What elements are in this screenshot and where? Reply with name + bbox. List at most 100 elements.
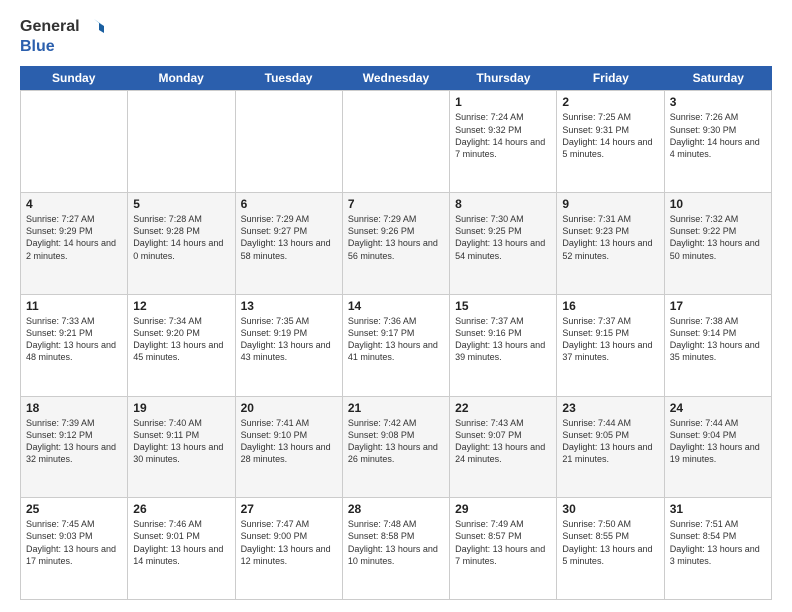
cell-text-24: Sunrise: 7:44 AM Sunset: 9:04 PM Dayligh…: [670, 417, 766, 466]
day-number-13: 13: [241, 299, 337, 313]
cal-cell-21: 21 Sunrise: 7:42 AM Sunset: 9:08 PM Dayli…: [343, 397, 450, 498]
header-monday: Monday: [127, 66, 234, 90]
cal-row-1: 4Sunrise: 7:27 AM Sunset: 9:29 PM Daylig…: [20, 193, 772, 295]
cal-cell-20: 20Sunrise: 7:41 AM Sunset: 9:10 PM Dayli…: [236, 397, 343, 498]
cal-cell-16: 16 Sunrise: 7:37 AM Sunset: 9:15 PM Dayli…: [557, 295, 664, 396]
cell-text-14: Sunrise: 7:36 AM Sunset: 9:17 PM Dayligh…: [348, 315, 444, 364]
cell-text-6: Sunrise: 7:29 AM Sunset: 9:27 PM Dayligh…: [241, 213, 337, 262]
cell-text-28: Sunrise: 7:48 AM Sunset: 8:58 PM Dayligh…: [348, 518, 444, 567]
cell-text-15: Sunrise: 7:37 AM Sunset: 9:16 PM Dayligh…: [455, 315, 551, 364]
header-sunday: Sunday: [20, 66, 127, 90]
day-number-31: 31: [670, 502, 766, 516]
cell-text-7: Sunrise: 7:29 AM Sunset: 9:26 PM Dayligh…: [348, 213, 444, 262]
day-number-1: 1: [455, 95, 551, 109]
cell-text-21: Sunrise: 7:42 AM Sunset: 9:08 PM Dayligh…: [348, 417, 444, 466]
cell-text-1: Sunrise: 7:24 AM Sunset: 9:32 PM Dayligh…: [455, 111, 551, 160]
day-number-15: 15: [455, 299, 551, 313]
cal-cell-6: 6 Sunrise: 7:29 AM Sunset: 9:27 PM Daylig…: [236, 193, 343, 294]
cell-text-30: Sunrise: 7:50 AM Sunset: 8:55 PM Dayligh…: [562, 518, 658, 567]
day-number-18: 18: [26, 401, 122, 415]
day-number-14: 14: [348, 299, 444, 313]
cell-text-8: Sunrise: 7:30 AM Sunset: 9:25 PM Dayligh…: [455, 213, 551, 262]
cell-text-2: Sunrise: 7:25 AM Sunset: 9:31 PM Dayligh…: [562, 111, 658, 160]
cal-row-3: 18 Sunrise: 7:39 AM Sunset: 9:12 PM Dayli…: [20, 397, 772, 499]
day-number-25: 25: [26, 502, 122, 516]
cal-cell-29: 29 Sunrise: 7:49 AM Sunset: 8:57 PM Dayli…: [450, 498, 557, 599]
cell-text-29: Sunrise: 7:49 AM Sunset: 8:57 PM Dayligh…: [455, 518, 551, 567]
day-number-2: 2: [562, 95, 658, 109]
cell-text-19: Sunrise: 7:40 AM Sunset: 9:11 PM Dayligh…: [133, 417, 229, 466]
cell-text-17: Sunrise: 7:38 AM Sunset: 9:14 PM Dayligh…: [670, 315, 766, 364]
cell-text-5: Sunrise: 7:28 AM Sunset: 9:28 PM Dayligh…: [133, 213, 229, 262]
cal-cell-31: 31Sunrise: 7:51 AM Sunset: 8:54 PM Dayli…: [665, 498, 772, 599]
day-number-3: 3: [670, 95, 766, 109]
cal-cell-19: 19 Sunrise: 7:40 AM Sunset: 9:11 PM Dayli…: [128, 397, 235, 498]
calendar-header: SundayMondayTuesdayWednesdayThursdayFrid…: [20, 66, 772, 90]
cal-cell-10: 10 Sunrise: 7:32 AM Sunset: 9:22 PM Dayli…: [665, 193, 772, 294]
day-number-22: 22: [455, 401, 551, 415]
cell-text-3: Sunrise: 7:26 AM Sunset: 9:30 PM Dayligh…: [670, 111, 766, 160]
calendar: SundayMondayTuesdayWednesdayThursdayFrid…: [20, 66, 772, 600]
day-number-12: 12: [133, 299, 229, 313]
cal-cell-empty-0-0: [21, 91, 128, 192]
header-saturday: Saturday: [665, 66, 772, 90]
day-number-11: 11: [26, 299, 122, 313]
day-number-21: 21: [348, 401, 444, 415]
cal-row-0: 1 Sunrise: 7:24 AM Sunset: 9:32 PM Daylig…: [20, 90, 772, 193]
cal-cell-25: 25 Sunrise: 7:45 AM Sunset: 9:03 PM Dayli…: [21, 498, 128, 599]
cal-cell-4: 4Sunrise: 7:27 AM Sunset: 9:29 PM Daylig…: [21, 193, 128, 294]
cal-cell-27: 27Sunrise: 7:47 AM Sunset: 9:00 PM Dayli…: [236, 498, 343, 599]
cal-cell-8: 8 Sunrise: 7:30 AM Sunset: 9:25 PM Daylig…: [450, 193, 557, 294]
cal-cell-15: 15 Sunrise: 7:37 AM Sunset: 9:16 PM Dayli…: [450, 295, 557, 396]
cal-cell-2: 2 Sunrise: 7:25 AM Sunset: 9:31 PM Daylig…: [557, 91, 664, 192]
cal-row-2: 11Sunrise: 7:33 AM Sunset: 9:21 PM Dayli…: [20, 295, 772, 397]
day-number-6: 6: [241, 197, 337, 211]
cal-cell-28: 28 Sunrise: 7:48 AM Sunset: 8:58 PM Dayli…: [343, 498, 450, 599]
day-number-8: 8: [455, 197, 551, 211]
cal-cell-24: 24 Sunrise: 7:44 AM Sunset: 9:04 PM Dayli…: [665, 397, 772, 498]
cell-text-18: Sunrise: 7:39 AM Sunset: 9:12 PM Dayligh…: [26, 417, 122, 466]
cal-cell-23: 23Sunrise: 7:44 AM Sunset: 9:05 PM Dayli…: [557, 397, 664, 498]
cell-text-25: Sunrise: 7:45 AM Sunset: 9:03 PM Dayligh…: [26, 518, 122, 567]
day-number-19: 19: [133, 401, 229, 415]
cal-cell-18: 18 Sunrise: 7:39 AM Sunset: 9:12 PM Dayli…: [21, 397, 128, 498]
cell-text-16: Sunrise: 7:37 AM Sunset: 9:15 PM Dayligh…: [562, 315, 658, 364]
day-number-10: 10: [670, 197, 766, 211]
cal-cell-13: 13 Sunrise: 7:35 AM Sunset: 9:19 PM Dayli…: [236, 295, 343, 396]
day-number-9: 9: [562, 197, 658, 211]
cal-cell-7: 7 Sunrise: 7:29 AM Sunset: 9:26 PM Daylig…: [343, 193, 450, 294]
cal-cell-30: 30 Sunrise: 7:50 AM Sunset: 8:55 PM Dayli…: [557, 498, 664, 599]
cal-cell-empty-0-1: [128, 91, 235, 192]
cell-text-22: Sunrise: 7:43 AM Sunset: 9:07 PM Dayligh…: [455, 417, 551, 466]
day-number-28: 28: [348, 502, 444, 516]
cal-cell-22: 22 Sunrise: 7:43 AM Sunset: 9:07 PM Dayli…: [450, 397, 557, 498]
cal-cell-5: 5 Sunrise: 7:28 AM Sunset: 9:28 PM Daylig…: [128, 193, 235, 294]
calendar-body: 1 Sunrise: 7:24 AM Sunset: 9:32 PM Daylig…: [20, 90, 772, 600]
cell-text-13: Sunrise: 7:35 AM Sunset: 9:19 PM Dayligh…: [241, 315, 337, 364]
header-tuesday: Tuesday: [235, 66, 342, 90]
cell-text-26: Sunrise: 7:46 AM Sunset: 9:01 PM Dayligh…: [133, 518, 229, 567]
cal-cell-14: 14 Sunrise: 7:36 AM Sunset: 9:17 PM Dayli…: [343, 295, 450, 396]
header-wednesday: Wednesday: [342, 66, 449, 90]
day-number-7: 7: [348, 197, 444, 211]
cal-cell-1: 1 Sunrise: 7:24 AM Sunset: 9:32 PM Daylig…: [450, 91, 557, 192]
day-number-30: 30: [562, 502, 658, 516]
day-number-29: 29: [455, 502, 551, 516]
cal-cell-12: 12Sunrise: 7:34 AM Sunset: 9:20 PM Dayli…: [128, 295, 235, 396]
cell-text-9: Sunrise: 7:31 AM Sunset: 9:23 PM Dayligh…: [562, 213, 658, 262]
cal-cell-17: 17 Sunrise: 7:38 AM Sunset: 9:14 PM Dayli…: [665, 295, 772, 396]
cal-cell-11: 11Sunrise: 7:33 AM Sunset: 9:21 PM Dayli…: [21, 295, 128, 396]
cell-text-10: Sunrise: 7:32 AM Sunset: 9:22 PM Dayligh…: [670, 213, 766, 262]
day-number-24: 24: [670, 401, 766, 415]
day-number-5: 5: [133, 197, 229, 211]
logo: General Blue: [20, 16, 106, 56]
page: General Blue SundayMondayTuesdayWednesda…: [0, 0, 792, 612]
cell-text-23: Sunrise: 7:44 AM Sunset: 9:05 PM Dayligh…: [562, 417, 658, 466]
cal-cell-26: 26Sunrise: 7:46 AM Sunset: 9:01 PM Dayli…: [128, 498, 235, 599]
day-number-16: 16: [562, 299, 658, 313]
day-number-17: 17: [670, 299, 766, 313]
day-number-20: 20: [241, 401, 337, 415]
cal-cell-empty-0-2: [236, 91, 343, 192]
header-thursday: Thursday: [450, 66, 557, 90]
cal-cell-3: 3 Sunrise: 7:26 AM Sunset: 9:30 PM Daylig…: [665, 91, 772, 192]
